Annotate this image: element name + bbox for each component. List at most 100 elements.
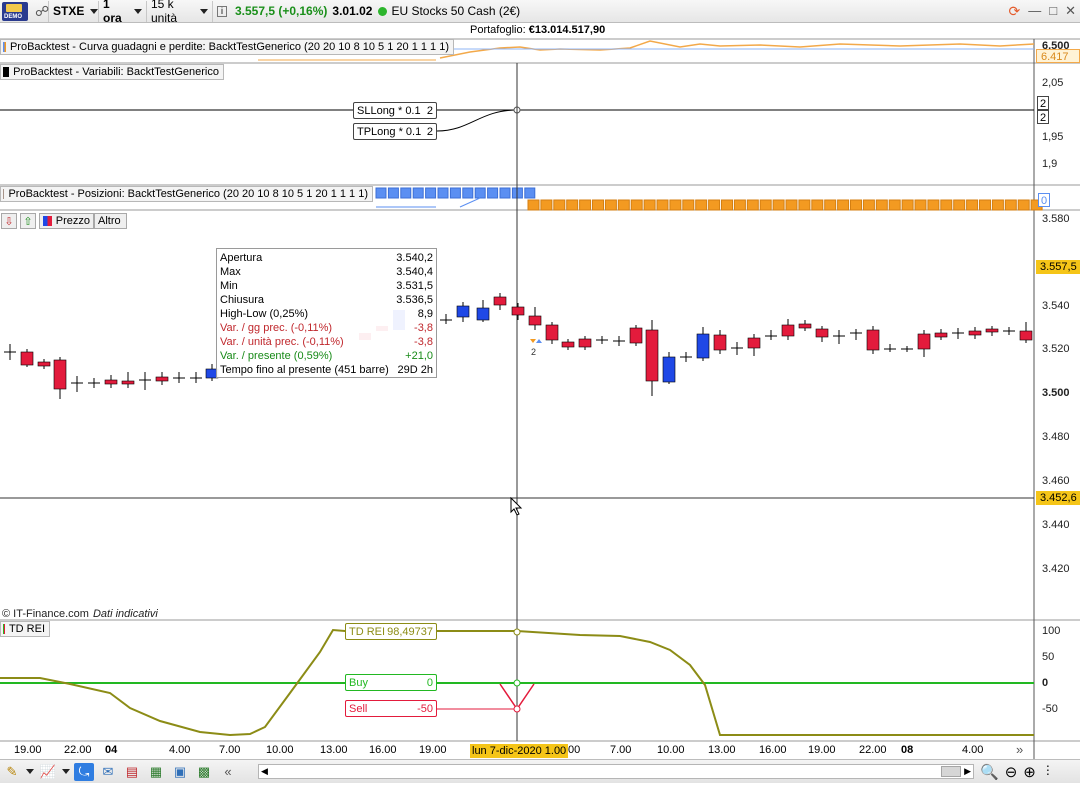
tooltip-row: Var. / unità prec. (-0,11%) -3,8	[220, 335, 433, 349]
tooltip-value: 29D 2h	[397, 364, 433, 376]
instrument-selector[interactable]: STXE	[49, 0, 99, 22]
td-rei-panel-header[interactable]: TD REI	[0, 621, 50, 637]
price-candle	[578, 336, 592, 350]
demo-logo-icon[interactable]: DEMO	[2, 1, 28, 21]
equity-swatch-icon	[3, 42, 6, 52]
equity-panel-header[interactable]: ProBacktest - Curva guadagni e perdite: …	[0, 39, 454, 55]
units-selector[interactable]: 15 k unità	[147, 0, 213, 25]
position-marker-past	[425, 187, 437, 199]
tooltip-value: -3,8	[414, 322, 433, 334]
tooltip-label: Chiusura	[220, 294, 265, 306]
variables-axis-0: 2,05	[1042, 77, 1064, 89]
buy-label: Buy	[349, 676, 368, 689]
position-marker-open	[875, 199, 888, 211]
move-down-button[interactable]: ⇩	[1, 213, 17, 229]
screener-icon[interactable]: ▦	[146, 763, 166, 781]
collapse-left-icon[interactable]: «	[218, 763, 238, 781]
position-marker-open	[630, 199, 643, 211]
equity-panel-title: ProBacktest - Curva guadagni e perdite: …	[9, 41, 449, 53]
tooltip-label: Tempo fino al presente (451 barre)	[220, 364, 389, 376]
drawing-tools-icon[interactable]: ✎	[2, 763, 22, 781]
variables-cursor-dot	[513, 106, 521, 114]
instrument-label: STXE	[53, 4, 85, 18]
chart-canvas[interactable]	[0, 0, 1080, 787]
zoom-out-icon[interactable]: ⊖	[1005, 763, 1018, 781]
timeframe-label: 1 ora	[103, 0, 122, 25]
chevron-down-icon[interactable]	[26, 763, 34, 781]
maximize-icon[interactable]: □	[1049, 3, 1057, 20]
prorealtime-chart-window: DEMO ☍ STXE 1 ora 15 k unità i 3.557,5 (…	[0, 0, 1080, 787]
backtest-icon[interactable]: ▩	[194, 763, 214, 781]
portfolio-label: Portafoglio:	[470, 24, 526, 36]
time-tick-label: 7.00	[610, 744, 632, 756]
minimize-icon[interactable]: —	[1028, 3, 1041, 20]
price-candle	[173, 372, 185, 383]
position-marker-open	[966, 199, 979, 211]
order-icon[interactable]: ▤	[122, 763, 142, 781]
chevron-down-icon	[200, 8, 208, 14]
price-candle	[88, 378, 100, 388]
tab-altro[interactable]: Altro	[94, 213, 127, 229]
more-icon[interactable]: ⋮	[1042, 763, 1054, 781]
price-candle	[850, 329, 862, 340]
variables-panel-header[interactable]: ProBacktest - Variabili: BacktTestGeneri…	[0, 64, 224, 80]
timeframe-selector[interactable]: 1 ora	[99, 0, 147, 25]
price-candle	[985, 326, 999, 336]
tab-prezzo[interactable]: Prezzo	[39, 213, 94, 229]
time-scroll-right-icon[interactable]: »	[1016, 742, 1023, 757]
price-swatch-icon	[43, 216, 52, 226]
price-candle	[545, 322, 559, 344]
close-icon[interactable]: ✕	[1065, 3, 1076, 20]
price-candle	[121, 372, 135, 388]
indicator-icon[interactable]: ▣	[170, 763, 190, 781]
price-axis-label: 3.480	[1042, 431, 1070, 443]
scroll-left-icon[interactable]: ◀	[261, 766, 268, 777]
tooltip-row: High-Low (0,25%) 8,9	[220, 307, 433, 321]
time-tick-label: 00	[568, 744, 581, 756]
info-button[interactable]: i	[213, 1, 231, 22]
zoom-fit-icon[interactable]: 🔍	[980, 763, 999, 781]
position-marker-open	[837, 199, 850, 211]
sl-long-name: SLLong * 0.1	[357, 104, 421, 117]
positions-panel-header[interactable]: ProBacktest - Posizioni: BacktTestGeneri…	[0, 186, 373, 202]
move-up-button[interactable]: ⇧	[20, 213, 36, 229]
tooltip-label: Apertura	[220, 252, 263, 264]
position-marker-open	[617, 199, 630, 211]
position-marker-open	[669, 199, 682, 211]
scroll-right-icon[interactable]: ▶	[964, 766, 971, 777]
price-candle	[968, 327, 982, 339]
price-candle	[561, 339, 575, 350]
tab-altro-label: Altro	[98, 215, 121, 227]
sell-value: -50	[417, 702, 433, 715]
positions-layer	[375, 187, 1043, 211]
portfolio-value: €13.014.517,90	[528, 24, 606, 36]
horizontal-scrollbar[interactable]: ◀ ▶	[258, 764, 974, 779]
info-icon: i	[217, 5, 227, 17]
price-candle	[645, 320, 659, 396]
tooltip-value: +21,0	[405, 350, 433, 362]
tooltip-row: Tempo fino al presente (451 barre) 29D 2h	[220, 363, 433, 377]
price-candle	[815, 326, 829, 342]
price-candle	[596, 336, 608, 344]
positions-panel-title: ProBacktest - Posizioni: BacktTestGeneri…	[8, 188, 368, 200]
link-icon[interactable]: ☍	[31, 0, 49, 22]
position-marker-open	[991, 199, 1004, 211]
price-candle	[680, 352, 692, 362]
zoom-in-icon[interactable]: ⊕	[1023, 763, 1036, 781]
bottom-toolbar: ✎ 📈 ⤿ ✉ ▤ ▦ ▣ ▩ « ◀ ▶ 🔍 ⊖ ⊕ ⋮	[0, 759, 1080, 783]
tooltip-row: Chiusura 3.536,5	[220, 293, 433, 307]
position-marker-past	[474, 187, 486, 199]
chat-icon[interactable]: ✉	[98, 763, 118, 781]
position-marker-open	[824, 199, 837, 211]
chevron-down-icon[interactable]	[62, 763, 70, 781]
market-open-icon	[378, 6, 388, 16]
time-tick-label: 19.00	[808, 744, 836, 756]
time-tick-label: 7.00	[219, 744, 241, 756]
time-tick-label: 16.00	[759, 744, 787, 756]
chart-type-icon[interactable]: 📈	[38, 763, 58, 781]
share-icon[interactable]: ⤿	[74, 762, 94, 781]
refresh-icon[interactable]: ⟳	[1009, 3, 1021, 20]
price-axis-label: 3.520	[1042, 343, 1070, 355]
equity-value-tag: 6.417	[1036, 49, 1080, 63]
scroll-thumb[interactable]	[941, 766, 961, 777]
